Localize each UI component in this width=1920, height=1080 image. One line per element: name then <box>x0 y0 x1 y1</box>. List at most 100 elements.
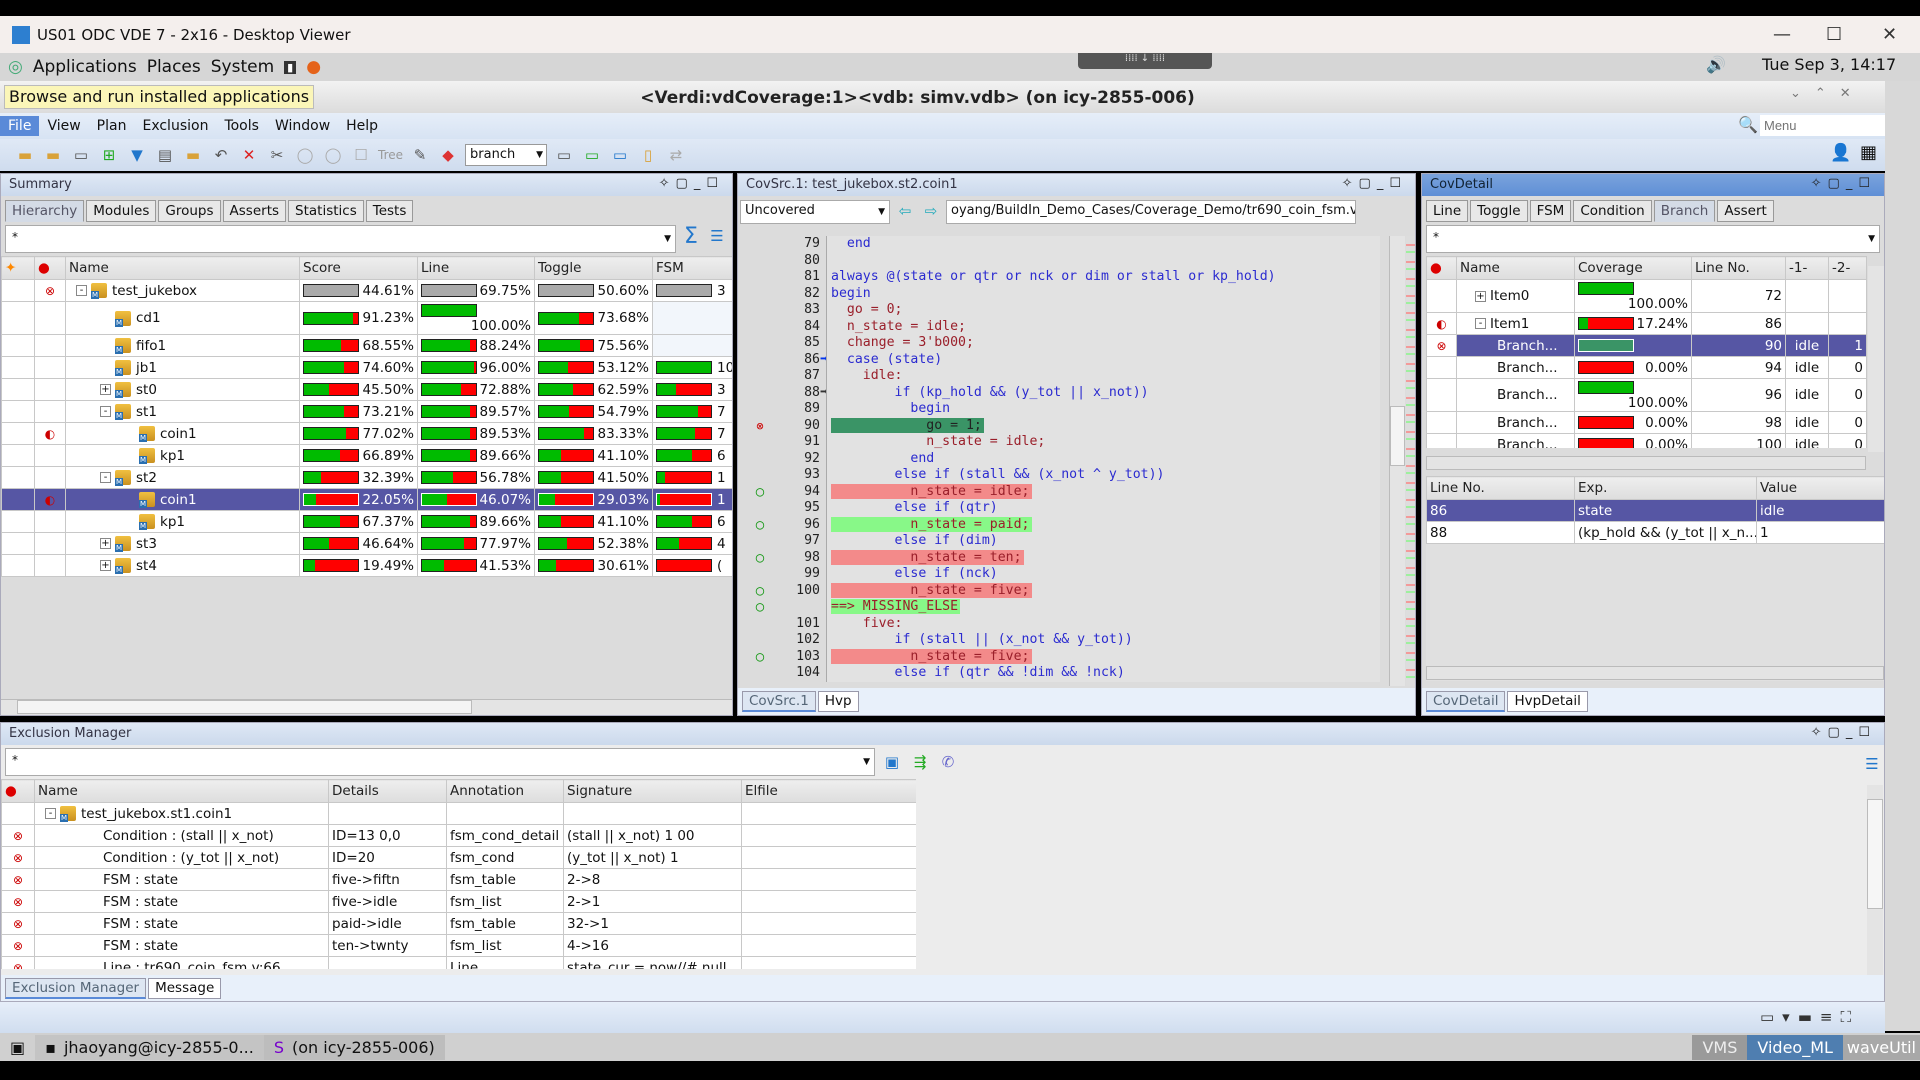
col-1[interactable]: -1- <box>1785 256 1829 280</box>
collapse-icon[interactable]: - <box>1475 318 1486 329</box>
code-line[interactable]: 93 else if (stall && (x_not ^ y_tot)) <box>738 467 1398 484</box>
col-name[interactable]: Name <box>34 779 329 803</box>
cut-icon[interactable]: ✂ <box>266 144 288 166</box>
viewer-toolbar-handle[interactable]: ⁞⁞⁞⁞ ↓ ⁞⁞⁞⁞ <box>1078 53 1212 69</box>
exclusion-cell[interactable] <box>34 378 66 401</box>
col-new-icon[interactable]: ✦ <box>1 256 35 280</box>
volume-icon[interactable]: 🔊 <box>1706 55 1726 74</box>
name-cell[interactable]: - st2 <box>65 466 300 489</box>
menu-view[interactable]: View <box>39 116 88 136</box>
code-line[interactable]: 82 begin <box>738 285 1398 302</box>
code-line[interactable]: ○ 94 n_state = idle; <box>738 483 1398 500</box>
eraser-icon[interactable]: ◆ <box>437 144 459 166</box>
excluded-icon[interactable]: ⊗ <box>13 851 23 865</box>
exclusion-row[interactable]: ⊗ FSM : state five->fiftn fsm_table 2->8 <box>1 868 916 891</box>
code-line[interactable]: 87 idle: <box>738 368 1398 385</box>
exclusion-row[interactable]: ⊗ Condition : (stall || x_not) ID=13 0,0 fs… <box>1 824 916 847</box>
name-cell[interactable]: Branch... <box>1456 411 1575 434</box>
covdetail-filter-input[interactable]: * ▼ <box>1426 225 1880 253</box>
col-coverage[interactable]: Coverage <box>1574 256 1692 280</box>
branch-row[interactable]: ⊗ Branch... 90 idle 1 <box>1426 334 1867 357</box>
tab-hierarchy[interactable]: Hierarchy <box>5 200 85 222</box>
code-line[interactable]: 81 always @(state or qtr or nck or dim or… <box>738 269 1398 286</box>
code-line[interactable]: 85 change = 3'b000; <box>738 335 1398 352</box>
hierarchy-row[interactable]: ◐ coin1 77.02% 89.53% 83.33% 7 <box>1 422 732 445</box>
excluded-icon[interactable]: ⊗ <box>13 961 23 970</box>
exclusion-cell[interactable]: ◐ <box>34 488 66 511</box>
code-vscrollbar[interactable] <box>1389 236 1405 686</box>
excluded-icon[interactable]: ⊗ <box>1436 339 1446 353</box>
minimize-button[interactable]: — <box>1773 24 1791 45</box>
expand-icon[interactable]: + <box>100 560 111 571</box>
tab-toggle[interactable]: Toggle <box>1470 200 1528 222</box>
exclusion-cell[interactable]: ⊗ <box>1 912 35 935</box>
delete-icon[interactable]: ✕ <box>238 144 260 166</box>
exclusion-cell[interactable] <box>1426 356 1457 379</box>
branch-hscrollbar[interactable] <box>1426 456 1866 470</box>
col-excl-icon[interactable]: ● <box>34 256 66 280</box>
exclusion-cell[interactable] <box>34 400 66 423</box>
summary-filter-input[interactable]: * ▼ <box>5 225 676 253</box>
tab-fsm[interactable]: FSM <box>1529 200 1572 222</box>
check-icon[interactable]: ◯ <box>294 144 316 166</box>
code-line[interactable]: 83 go = 0; <box>738 302 1398 319</box>
pane-controls[interactable]: ✧▢_☐ <box>1811 725 1876 740</box>
pane-controls[interactable]: ✧▢_☐ <box>1811 176 1876 191</box>
exclusion-merge-icon[interactable]: ⇶ <box>909 751 931 773</box>
sync-icon[interactable]: ⇄ <box>665 144 687 166</box>
code-line[interactable]: 84 n_state = idle; <box>738 318 1398 335</box>
collapse-icon[interactable]: - <box>76 285 87 296</box>
menu-plan[interactable]: Plan <box>89 116 135 136</box>
pane-controls[interactable]: ✧▢_☐ <box>659 176 724 191</box>
uncovered-circle-icon[interactable]: ○ <box>750 550 770 567</box>
pane-controls[interactable]: ✧▢_☐ <box>1342 176 1407 191</box>
name-cell[interactable]: fifo1 <box>65 334 300 357</box>
exclusion-row[interactable]: ⊗ Condition : (y_tot || x_not) ID=20 fsm_co… <box>1 846 916 869</box>
code-line[interactable]: ○ ==> MISSING_ELSE <box>738 599 1398 616</box>
coverage-filter-select[interactable]: Uncovered ▼ <box>740 200 890 224</box>
close-button[interactable]: ✕ <box>1882 24 1897 45</box>
exclusion-cell[interactable]: ⊗ <box>1 956 35 970</box>
branch-row[interactable]: Branch... 0.00% 94 idle 0 <box>1426 356 1867 379</box>
hierarchy-row[interactable]: cd1 91.23% 100.00% 73.68% <box>1 301 732 335</box>
add-comment-icon[interactable]: ▭ <box>581 144 603 166</box>
exclusion-cell[interactable]: ⊗ <box>34 279 66 302</box>
exclusion-cell[interactable] <box>34 444 66 467</box>
col-fsm[interactable]: FSM <box>652 256 732 280</box>
workspace-video-ml[interactable]: Video_ML <box>1747 1034 1843 1060</box>
hierarchy-row[interactable]: - st1 73.21% 89.57% 54.79% 7 <box>1 400 732 423</box>
exclusion-cell[interactable]: ⊗ <box>1 846 35 869</box>
partial-exclude-icon[interactable]: ◐ <box>1436 317 1446 331</box>
name-cell[interactable]: Branch... <box>1456 334 1575 357</box>
name-cell[interactable]: Branch... <box>1456 378 1575 412</box>
exclusion-add-icon[interactable]: ⊞ <box>98 144 120 166</box>
excluded-icon[interactable]: ⊗ <box>13 895 23 909</box>
name-cell[interactable]: kp1 <box>65 510 300 533</box>
code-line[interactable]: ⊗ 90 go = 1; <box>738 417 1398 435</box>
exclusion-cell[interactable] <box>1426 433 1457 448</box>
tab-asserts[interactable]: Asserts <box>222 200 287 222</box>
name-cell[interactable]: coin1 <box>65 488 300 511</box>
file-path-field[interactable]: oyang/BuildIn_Demo_Cases/Coverage_Demo/t… <box>946 200 1356 224</box>
branch-row[interactable]: Branch... 0.00% 98 idle 0 <box>1426 411 1867 434</box>
exclusion-cell[interactable] <box>1426 279 1457 313</box>
menu-system[interactable]: System <box>211 57 274 77</box>
exclusion-cell[interactable]: ⊗ <box>1 824 35 847</box>
excluded-icon[interactable]: ⊗ <box>45 284 55 298</box>
tree-label[interactable]: Tree <box>378 148 403 162</box>
branch-vscrollbar[interactable] <box>1868 266 1884 452</box>
hierarchy-row[interactable]: ⊗ - test_jukebox 44.61% 69.75% 50.60% 3 <box>1 279 732 302</box>
tab-statistics[interactable]: Statistics <box>288 200 364 222</box>
tab-hvpdetail[interactable]: HvpDetail <box>1507 691 1588 712</box>
hierarchy-row[interactable]: jb1 74.60% 96.00% 53.12% 10 <box>1 356 732 379</box>
col-2[interactable]: -2- <box>1828 256 1867 280</box>
comment-icon[interactable]: ▭ <box>553 144 575 166</box>
exclusion-cell[interactable] <box>34 301 66 335</box>
col-excl-icon[interactable]: ● <box>1426 256 1457 280</box>
code-line[interactable]: ○ 100 n_state = five; <box>738 582 1398 599</box>
exclusion-cell[interactable]: ⊗ <box>1 890 35 913</box>
excluded-icon[interactable]: ⊗ <box>750 418 770 435</box>
code-line[interactable]: 79 end <box>738 236 1398 253</box>
code-line[interactable]: ○ 103 n_state = five; <box>738 648 1398 665</box>
exclusion-row[interactable]: ⊗ FSM : state ten->twnty fsm_list 4->16 <box>1 934 916 957</box>
